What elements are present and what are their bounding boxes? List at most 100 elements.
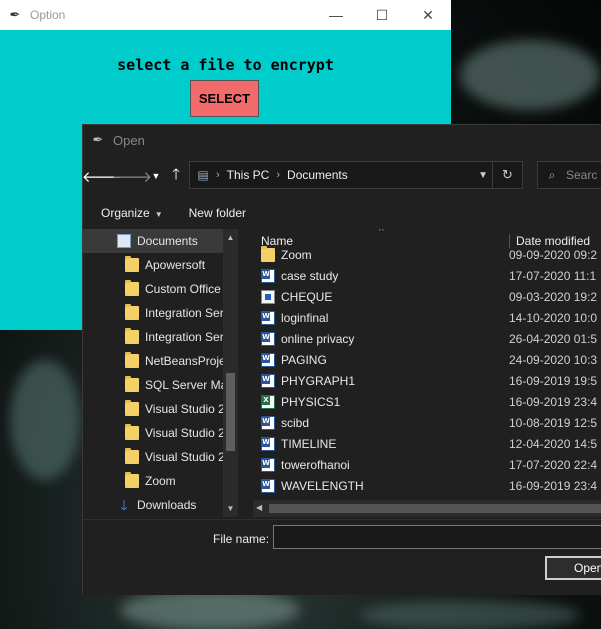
back-arrow-icon[interactable]: 🡐: [82, 165, 122, 187]
sidebar-item-label: Visual Studio 20: [145, 450, 232, 464]
word-icon: [261, 457, 275, 472]
file-date-modified: 24-09-2020 10:3: [509, 352, 598, 367]
dialog-toolbar: Organize ▼ New folder: [83, 199, 601, 227]
wallpaper-shape: [360, 600, 580, 629]
search-icon: ⌕: [548, 167, 556, 182]
sidebar-item[interactable]: Integration Ser: [83, 325, 238, 349]
file-row[interactable]: CHEQUE 09-03-2020 19:2: [253, 286, 601, 307]
breadcrumb-this-pc[interactable]: This PC: [227, 168, 270, 182]
new-folder-button[interactable]: New folder: [189, 206, 246, 220]
file-date-modified: 17-07-2020 11:1: [509, 268, 597, 283]
select-button[interactable]: SELECT: [190, 80, 259, 117]
word-icon: [261, 310, 275, 325]
file-row[interactable]: TIMELINE 12-04-2020 14:5: [253, 433, 601, 454]
file-row[interactable]: WAVELENGTH 16-09-2019 23:4: [253, 475, 601, 496]
file-name: loginfinal: [281, 310, 329, 325]
wallpaper-shape: [460, 40, 600, 110]
option-window-title: Option: [30, 8, 66, 22]
search-input[interactable]: ⌕ Searc: [537, 161, 601, 189]
file-row[interactable]: Zoom 09-09-2020 09:2: [253, 244, 601, 265]
file-date-modified: 14-10-2020 10:0: [509, 310, 598, 325]
file-row[interactable]: case study 17-07-2020 11:1: [253, 265, 601, 286]
folder-icon: [125, 472, 139, 488]
maximize-button[interactable]: ☐: [359, 0, 405, 30]
file-row[interactable]: PAGING 24-09-2020 10:3: [253, 349, 601, 370]
scrollbar-thumb[interactable]: [269, 504, 601, 513]
close-button[interactable]: ✕: [405, 0, 451, 30]
word-icon: [261, 268, 275, 283]
scrollbar-thumb[interactable]: [226, 373, 235, 451]
file-name: CHEQUE: [281, 289, 333, 304]
sidebar-item[interactable]: 🡓 Downloads: [83, 493, 238, 517]
up-arrow-icon[interactable]: 🡑: [165, 165, 187, 187]
minimize-button[interactable]: —: [313, 0, 359, 30]
sidebar-item[interactable]: Apowersoft: [83, 253, 238, 277]
file-name-input[interactable]: [273, 525, 601, 549]
file-date-modified: 16-09-2019 23:4: [509, 478, 598, 493]
sidebar-item[interactable]: Visual Studio 20: [83, 397, 238, 421]
breadcrumb-separator: ›: [216, 169, 220, 181]
organize-menu[interactable]: Organize ▼: [101, 206, 163, 220]
refresh-icon[interactable]: ↻: [492, 162, 522, 188]
file-date-modified: 09-09-2020 09:2: [509, 247, 598, 262]
file-name-label: File name:: [213, 532, 270, 546]
word-icon: [261, 373, 275, 388]
recent-locations-chevron-icon[interactable]: ▼: [145, 165, 167, 187]
scroll-down-icon[interactable]: ▼: [223, 504, 238, 513]
folder-icon: [125, 328, 139, 344]
wallpaper-shape: [120, 590, 300, 629]
dialog-footer: File name: Open: [83, 519, 601, 595]
sidebar-item[interactable]: SQL Server Man: [83, 373, 238, 397]
breadcrumb-separator: ›: [276, 169, 281, 181]
file-date-modified: 09-03-2020 19:2: [509, 289, 598, 304]
sidebar-item[interactable]: Visual Studio 20: [83, 445, 238, 469]
file-name: TIMELINE: [281, 436, 337, 451]
horizontal-scrollbar[interactable]: ◀: [253, 500, 601, 517]
folder-icon: [125, 352, 139, 368]
sidebar-item[interactable]: Integration Ser: [83, 301, 238, 325]
breadcrumb-documents[interactable]: Documents: [287, 168, 348, 182]
file-list: ^ Name Date modified Zoom 09-09-2020 09:2…: [253, 229, 601, 517]
file-row[interactable]: towerofhanoi 17-07-2020 22:4: [253, 454, 601, 475]
file-name: Zoom: [281, 247, 312, 262]
sidebar-item-label: Integration Ser: [145, 306, 224, 320]
sidebar-item[interactable]: Custom Office: [83, 277, 238, 301]
address-bar[interactable]: ▤ › This PC › Documents ▼ ↻: [189, 161, 523, 189]
wallpaper-shape: [10, 360, 80, 480]
file-row[interactable]: loginfinal 14-10-2020 10:0: [253, 307, 601, 328]
sidebar-item[interactable]: Zoom: [83, 469, 238, 493]
open-button[interactable]: Open: [545, 556, 601, 580]
sidebar-item-label: Apowersoft: [145, 258, 206, 272]
option-title-bar[interactable]: ✒ Option — ☐ ✕: [0, 0, 451, 30]
folder-icon: [125, 424, 139, 440]
file-name: case study: [281, 268, 339, 283]
sidebar-item[interactable]: Documents: [83, 229, 238, 253]
feather-icon: ✒: [92, 132, 104, 147]
file-row[interactable]: scibd 10-08-2019 12:5: [253, 412, 601, 433]
scroll-left-icon[interactable]: ◀: [256, 503, 262, 512]
file-name: PAGING: [281, 352, 327, 367]
word-icon: [261, 415, 275, 430]
folder-icon: [261, 245, 275, 262]
sidebar-item[interactable]: NetBeansProje: [83, 349, 238, 373]
folder-icon: [125, 400, 139, 416]
file-date-modified: 16-09-2019 23:4: [509, 394, 598, 409]
scroll-up-icon[interactable]: ▲: [223, 233, 238, 242]
navigation-scrollbar[interactable]: ▲ ▼: [223, 229, 238, 517]
address-dropdown-icon[interactable]: ▼: [478, 170, 488, 181]
sidebar-item-label: SQL Server Man: [145, 378, 234, 392]
forward-arrow-icon[interactable]: 🡒: [112, 165, 152, 187]
word-icon: [261, 478, 275, 493]
sidebar-item[interactable]: Visual Studio 20: [83, 421, 238, 445]
file-date-modified: 16-09-2019 19:5: [509, 373, 598, 388]
sidebar-item-label: Visual Studio 20: [145, 402, 232, 416]
sidebar-item-label: Zoom: [145, 474, 176, 488]
file-row[interactable]: PHYSICS1 16-09-2019 23:4: [253, 391, 601, 412]
file-name: online privacy: [281, 331, 355, 346]
folder-icon: [125, 376, 139, 392]
file-row[interactable]: online privacy 26-04-2020 01:5: [253, 328, 601, 349]
file-row[interactable]: PHYGRAPH1 16-09-2019 19:5: [253, 370, 601, 391]
open-dialog-title-bar[interactable]: ✒ Open: [83, 125, 601, 155]
file-date-modified: 26-04-2020 01:5: [509, 331, 598, 346]
word-icon: [261, 436, 275, 451]
